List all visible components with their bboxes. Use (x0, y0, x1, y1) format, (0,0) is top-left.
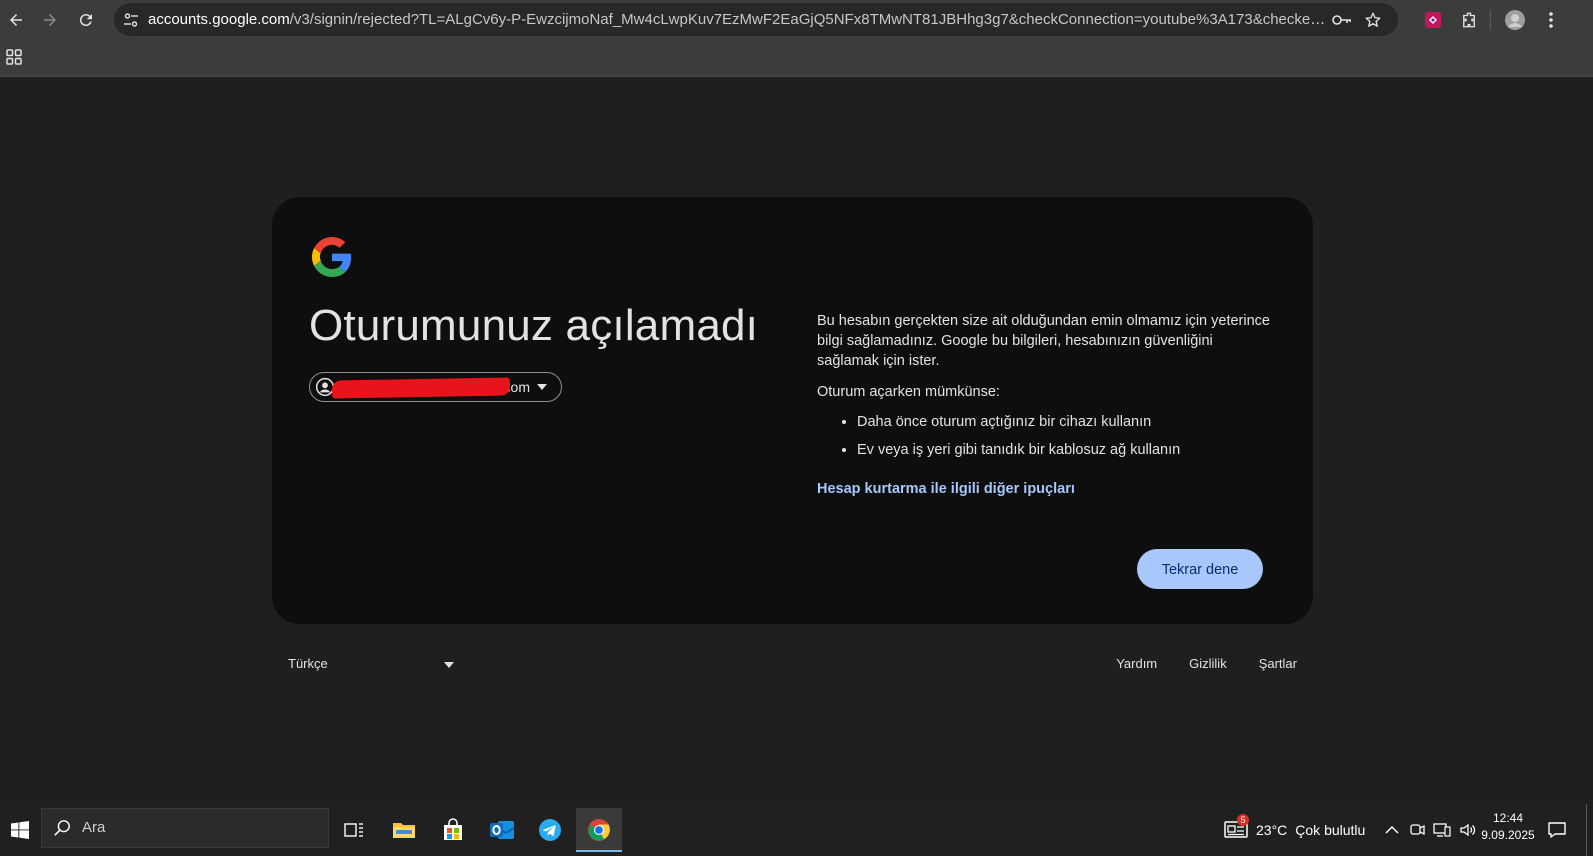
intro-text: Bu hesabın gerçekten size ait olduğundan… (817, 313, 1270, 369)
address-bar[interactable]: accounts.google.com/v3/signin/rejected?T… (114, 3, 1398, 36)
reload-icon (79, 14, 92, 27)
recovery-tips-link[interactable]: Hesap kurtarma ile ilgili diğer ipuçları (817, 479, 1075, 499)
browser-toolbar: accounts.google.com/v3/signin/rejected?T… (0, 0, 1593, 40)
page-title: Oturumunuz açılamadı (309, 301, 759, 350)
notification-badge: 5 (1237, 814, 1249, 826)
news-icon: 5 (1224, 814, 1250, 840)
meet-now-icon[interactable] (1409, 822, 1425, 838)
caret-down-icon (537, 384, 547, 390)
signin-rejected-card: Oturumunuz açılamadı @gmail.com Bu hesab… (272, 197, 1313, 624)
url-path: /v3/signin/rejected?TL=ALgCv6y-P-Ewzcijm… (289, 11, 1328, 28)
retry-button[interactable]: Tekrar dene (1137, 549, 1263, 589)
taskbar-search[interactable]: Ara (41, 808, 329, 848)
apps-grid-icon[interactable] (5, 48, 23, 66)
list-item: Ev veya iş yeri gibi tanıdık bir kablosu… (857, 440, 1277, 460)
key-icon (1332, 15, 1351, 25)
back-button[interactable] (2, 6, 30, 34)
chrome-icon (588, 819, 610, 841)
task-view-button[interactable] (331, 808, 377, 852)
notification-icon (1548, 822, 1566, 838)
action-center-button[interactable] (1548, 804, 1566, 856)
avatar-icon (1505, 10, 1525, 30)
arrow-right-icon (44, 14, 56, 26)
arrow-left-icon (10, 14, 22, 26)
account-chip[interactable]: @gmail.com (309, 372, 562, 402)
clock-date: 9.09.2025 (1481, 828, 1535, 842)
bookmark-star-button[interactable] (1363, 10, 1383, 30)
star-icon (1365, 12, 1381, 27)
show-desktop-button[interactable] (1586, 804, 1587, 856)
search-placeholder: Ara (82, 819, 106, 836)
outlook-app[interactable] (479, 808, 525, 852)
google-logo-icon (312, 237, 352, 277)
info-column: Bu hesabın gerçekten size ait olduğundan… (817, 311, 1277, 499)
site-info-button[interactable] (120, 9, 141, 30)
extension-logo-icon (1425, 12, 1441, 28)
caret-down-icon (444, 662, 454, 668)
puzzle-icon (1463, 12, 1475, 28)
tray-icons (1385, 804, 1477, 856)
url-host: accounts.google.com (148, 11, 290, 28)
toolbar-divider (1490, 10, 1491, 30)
reload-button[interactable] (72, 6, 100, 34)
chevron-up-icon[interactable] (1385, 825, 1399, 835)
footer-links: Yardım Gizlilik Şartlar (1116, 649, 1297, 679)
outlook-icon (490, 821, 515, 839)
weather-temp: 23°C (1256, 822, 1288, 838)
tips-heading: Oturum açarken mümkünse: (817, 384, 1000, 400)
network-icon[interactable] (1433, 822, 1451, 838)
url-text[interactable]: accounts.google.com/v3/signin/rejected?T… (148, 3, 1328, 36)
telegram-app[interactable] (527, 808, 573, 852)
footer: Türkçe Yardım Gizlilik Şartlar (272, 649, 1313, 679)
language-label: Türkçe (288, 656, 328, 671)
volume-icon[interactable] (1459, 822, 1477, 838)
clock-time: 12:44 (1492, 811, 1524, 825)
extensions-menu-button[interactable] (1456, 7, 1482, 33)
page-content: Oturumunuz açılamadı @gmail.com Bu hesab… (0, 77, 1593, 804)
task-view-icon (344, 823, 363, 837)
search-icon (54, 820, 70, 836)
language-select[interactable]: Türkçe (288, 649, 458, 679)
extension-button[interactable] (1420, 7, 1446, 33)
telegram-icon (539, 819, 561, 841)
password-key-button[interactable] (1332, 10, 1352, 30)
terms-link[interactable]: Şartlar (1259, 649, 1297, 679)
start-button[interactable] (0, 804, 40, 856)
more-vert-icon (1549, 12, 1553, 28)
forward-button[interactable] (36, 6, 64, 34)
tune-icon (123, 12, 138, 27)
folder-icon (393, 823, 415, 838)
privacy-link[interactable]: Gizlilik (1189, 649, 1227, 679)
weather-description: Çok bulutlu (1295, 822, 1366, 838)
browser-menu-button[interactable] (1538, 7, 1564, 33)
microsoft-store-app[interactable] (430, 808, 476, 852)
tips-list: Daha önce oturum açtığınız bir cihazı ku… (817, 412, 1277, 460)
profile-button[interactable] (1502, 7, 1528, 33)
bookmarks-bar (0, 40, 1593, 77)
help-link[interactable]: Yardım (1116, 649, 1157, 679)
windows-logo-icon (11, 821, 29, 839)
list-item: Daha önce oturum açtığınız bir cihazı ku… (857, 412, 1277, 432)
file-explorer-app[interactable] (381, 808, 427, 852)
weather-widget[interactable]: 5 23°C Çok bulutlu (1224, 804, 1365, 856)
chrome-app[interactable] (576, 808, 622, 852)
redaction-mark (331, 377, 511, 399)
taskbar-clock[interactable]: 12:44 9.09.2025 (1478, 810, 1538, 844)
windows-taskbar: Ara 5 23°C Çok bulutlu 12:44 9.09.2025 (0, 804, 1593, 856)
store-bag-icon (444, 818, 462, 840)
